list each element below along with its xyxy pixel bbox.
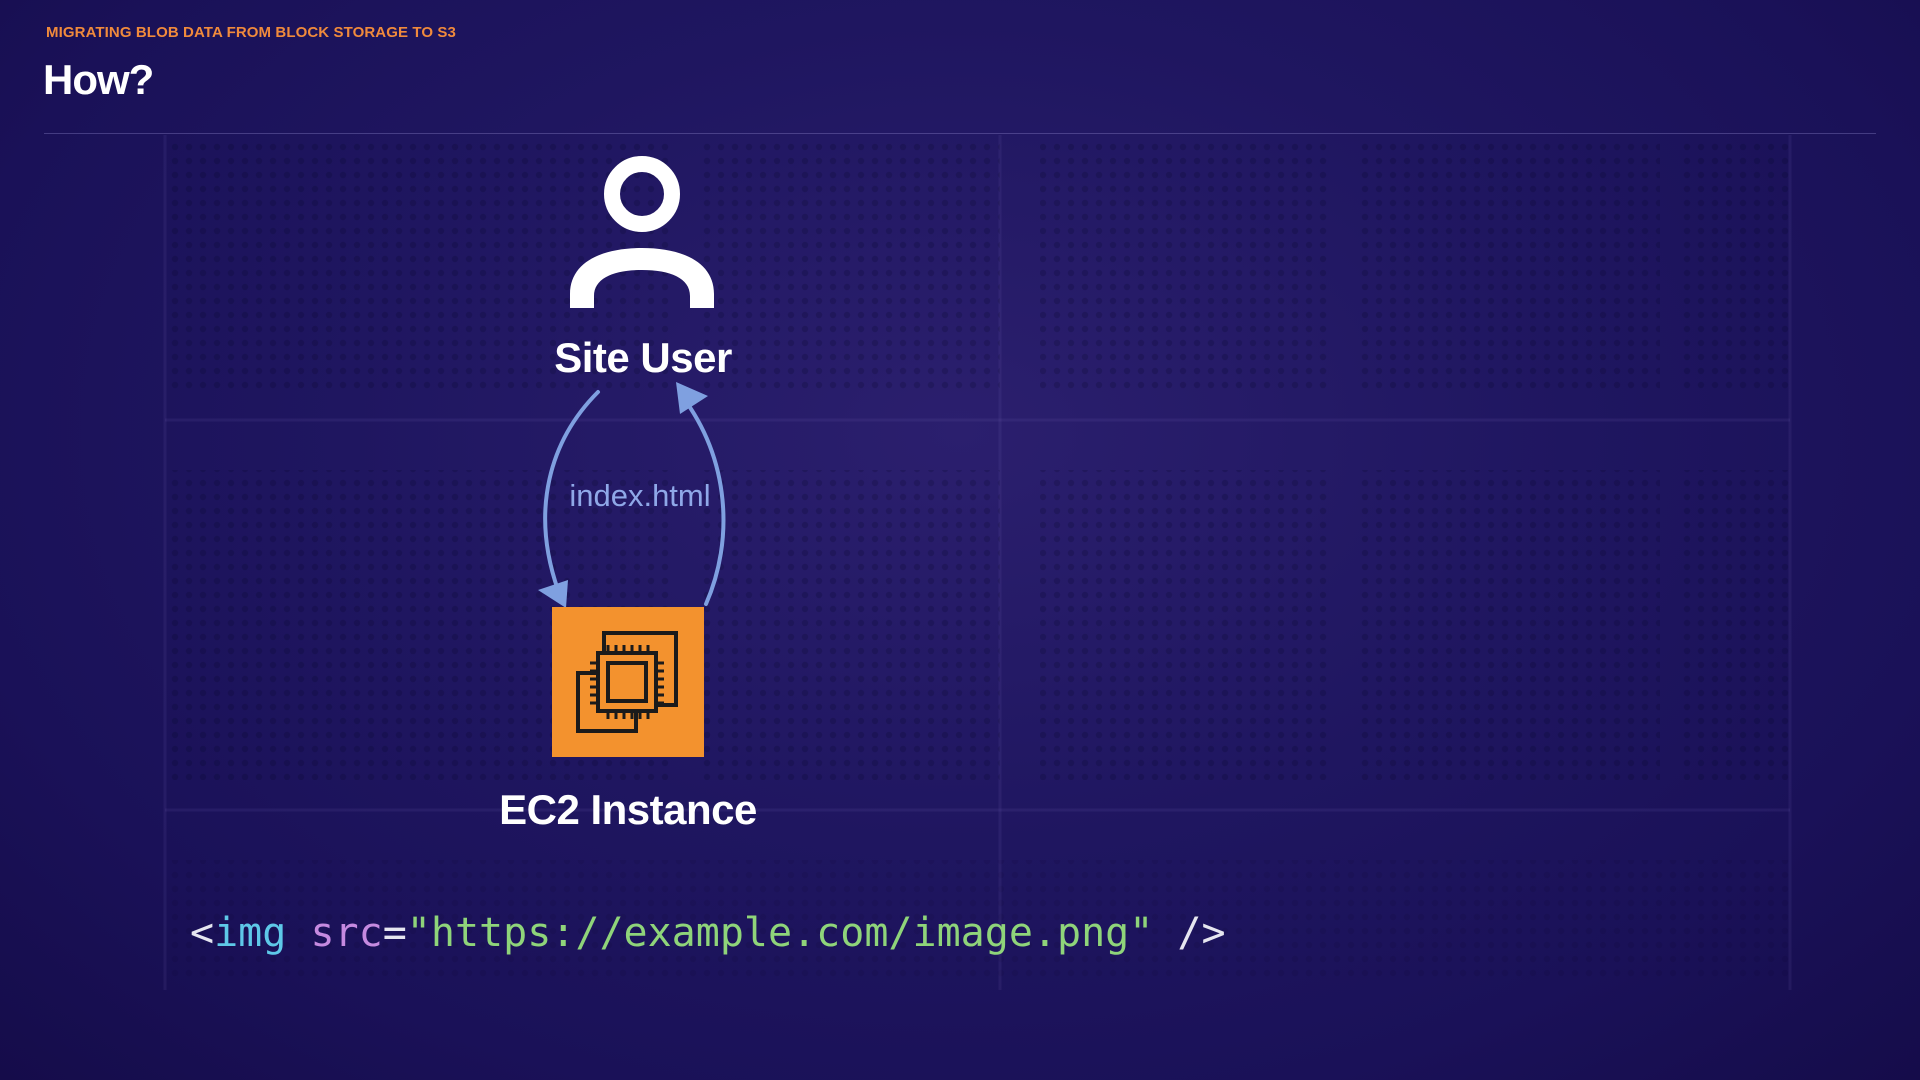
ec2-chip-icon [576, 631, 678, 733]
code-attr-value: "https://example.com/image.png" [406, 910, 1154, 956]
ec2-instance-node [552, 607, 704, 757]
edge-label-index-html: index.html [569, 478, 711, 513]
code-equals: = [382, 910, 407, 956]
ec2-instance-label: EC2 Instance [499, 786, 757, 833]
site-user-label: Site User [554, 334, 732, 381]
code-open-bracket: < [190, 910, 215, 956]
title-divider [44, 133, 1876, 134]
code-tag-name: img [214, 910, 287, 956]
code-attr-name: src [310, 910, 383, 956]
page-title: How? [43, 56, 154, 103]
code-snippet: <img src="https://example.com/image.png"… [190, 910, 1226, 956]
slide: MIGRATING BLOB DATA FROM BLOCK STORAGE T… [0, 0, 1920, 1080]
section-kicker: MIGRATING BLOB DATA FROM BLOCK STORAGE T… [46, 24, 456, 41]
person-icon [570, 156, 714, 308]
code-close: /> [1153, 910, 1226, 956]
